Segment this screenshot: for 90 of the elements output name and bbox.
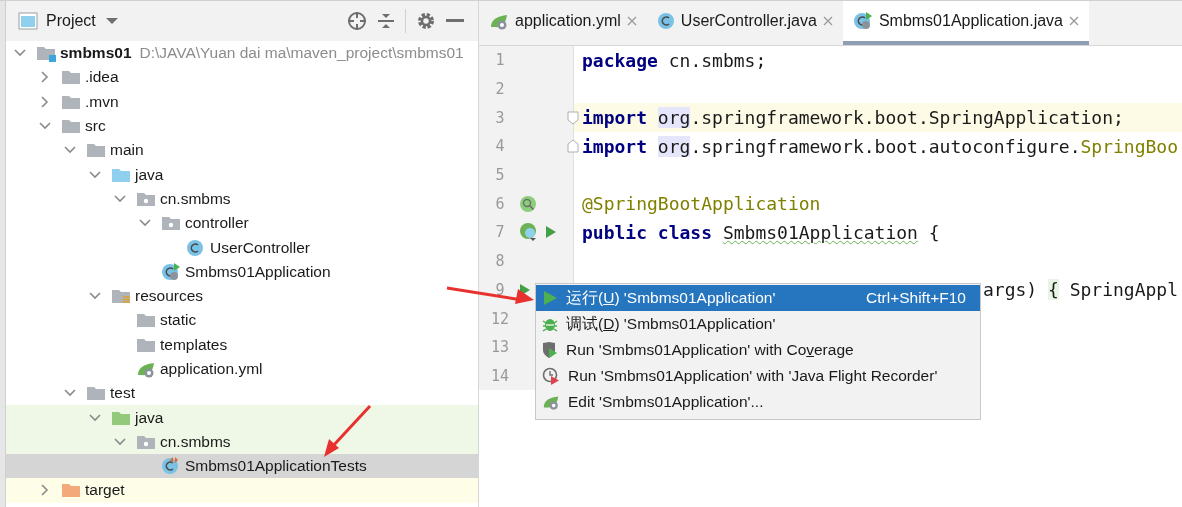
tree-item[interactable]: .mvn — [6, 89, 478, 114]
run-icon[interactable] — [545, 225, 557, 240]
code-line: import org.springframework.boot.SpringApplication; — [582, 107, 1124, 129]
code-line: args) { SpringAppl — [982, 279, 1179, 301]
chevron-right-icon[interactable] — [39, 484, 51, 497]
line-number: 9 — [494, 280, 506, 299]
fold-icon[interactable] — [567, 139, 579, 154]
code-line: public class Smbms01Application { — [582, 221, 940, 243]
tree-item[interactable]: resources — [6, 283, 478, 309]
boot-class-icon[interactable] — [519, 222, 539, 243]
tree-item[interactable]: cn.smbms — [6, 429, 478, 455]
dropdown-caret-icon[interactable] — [105, 17, 118, 25]
resources-folder-icon — [111, 287, 131, 306]
code-line: package cn.smbms; — [582, 49, 767, 71]
bug-icon — [542, 316, 558, 332]
tree-item[interactable]: templates — [6, 332, 478, 357]
line-number: 13 — [489, 338, 511, 357]
folder-icon — [86, 141, 106, 160]
bean-icon[interactable] — [519, 194, 537, 213]
chevron-right-icon[interactable] — [39, 95, 51, 108]
close-icon[interactable] — [626, 16, 637, 26]
panel-title[interactable]: Project — [46, 12, 96, 30]
clock-run-icon — [542, 367, 560, 385]
menu-item[interactable]: Run 'Smbms01Application' with 'Java Flight Recorder' — [536, 363, 980, 389]
settings-icon[interactable] — [416, 11, 436, 31]
line-number: 14 — [489, 366, 511, 385]
shortcut-label: Ctrl+Shift+F10 — [866, 289, 966, 307]
menu-item[interactable]: Edit 'Smbms01Application'... — [536, 389, 980, 415]
chevron-right-icon[interactable] — [39, 71, 51, 84]
code-line: import org.springframework.boot.autoconfigure.SpringBoo — [582, 135, 1179, 157]
menu-item[interactable]: Run 'Smbms01Application' with Coverage — [536, 337, 980, 363]
panel-icon — [18, 12, 38, 30]
boot-class-icon — [852, 12, 873, 30]
collapse-all-icon[interactable] — [377, 12, 395, 30]
package-icon — [161, 214, 181, 233]
tree-item[interactable]: Smbms01ApplicationTests — [6, 454, 478, 479]
tree-item[interactable]: java — [6, 405, 478, 430]
chevron-down-icon[interactable] — [114, 192, 126, 205]
shield-run-icon — [542, 341, 558, 359]
line-number: 7 — [494, 223, 506, 242]
annotation-arrow — [324, 405, 372, 457]
tree-item[interactable]: test — [6, 381, 478, 406]
fold-icon[interactable] — [567, 110, 579, 125]
menu-item[interactable]: 调试(D) 'Smbms01Application' — [536, 311, 980, 337]
tree-item[interactable]: static — [6, 308, 478, 333]
module-folder-icon — [36, 44, 56, 63]
line-number: 3 — [494, 108, 506, 127]
tree-item[interactable]: application.yml — [6, 356, 478, 382]
module-path: D:\JAVA\Yuan dai ma\maven_project\smbms01 — [139, 44, 464, 63]
run-icon — [542, 290, 558, 306]
close-icon[interactable] — [1069, 16, 1079, 26]
menu-item[interactable]: 运行(U) 'Smbms01Application' Ctrl+Shift+F10 — [536, 285, 980, 311]
line-number: 12 — [489, 309, 511, 328]
code-line: @SpringBootApplication — [582, 193, 821, 215]
line-number: 8 — [494, 252, 506, 271]
locate-icon[interactable] — [347, 11, 367, 31]
folder-icon — [61, 117, 81, 136]
editor-tab[interactable]: UserController.java — [646, 1, 843, 45]
tree-item[interactable]: src — [6, 113, 478, 139]
line-number: 4 — [494, 137, 506, 156]
leaf-icon — [136, 360, 156, 378]
folder-icon — [61, 68, 81, 87]
line-number: 6 — [494, 194, 506, 213]
close-icon[interactable] — [822, 16, 833, 26]
leaf-icon — [489, 12, 509, 30]
chevron-down-icon[interactable] — [89, 168, 101, 181]
excluded-folder-icon — [61, 481, 81, 500]
folder-icon — [136, 311, 156, 330]
editor-tab[interactable]: Smbms01Application.java — [842, 1, 1089, 45]
editor-tab[interactable]: application.yml — [479, 1, 647, 45]
tree-item[interactable]: cn.smbms — [6, 186, 478, 212]
folder-icon — [86, 384, 106, 403]
line-number: 2 — [494, 80, 506, 99]
boot-class-icon — [161, 262, 181, 281]
tree-item[interactable]: Smbms01Application — [6, 259, 478, 284]
chevron-down-icon[interactable] — [114, 435, 126, 448]
test-class-icon — [161, 457, 181, 476]
class-icon — [656, 12, 675, 30]
tree-item[interactable]: UserController — [6, 235, 478, 260]
tree-item[interactable]: controller — [6, 211, 478, 236]
chevron-down-icon[interactable] — [89, 411, 101, 424]
tree-item[interactable]: target — [6, 478, 478, 503]
line-number: 1 — [494, 51, 506, 70]
class-icon — [186, 238, 206, 257]
minimize-icon[interactable] — [446, 19, 464, 23]
tree-item[interactable]: main — [6, 138, 478, 163]
line-number: 5 — [494, 166, 506, 185]
tree-item[interactable]: java — [6, 162, 478, 187]
tree-item[interactable]: .idea — [6, 65, 478, 90]
tree-item[interactable]: smbms01 D:\JAVA\Yuan dai ma\maven_project\smbms01 — [6, 41, 478, 66]
